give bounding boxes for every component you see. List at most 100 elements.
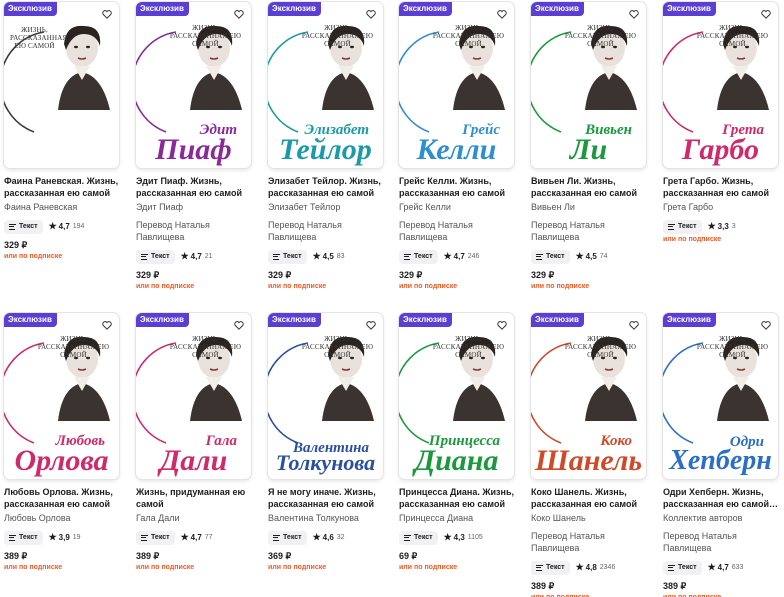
- rating-count: 246: [467, 253, 480, 260]
- heart-icon[interactable]: [758, 317, 774, 333]
- book-translator[interactable]: Перевод Наталья Павлищева: [399, 219, 517, 243]
- book-card[interactable]: Эксклюзив ЖИЗНЬ, РАССКАЗАННАЯ ЕЮ САМОЙ Г…: [663, 2, 781, 245]
- book-title[interactable]: Жизнь, придуманная ею самой: [136, 486, 254, 510]
- book-card[interactable]: Эксклюзив ЖИЗНЬ, РАССКАЗАННАЯ ЕЮ САМОЙ Ф…: [4, 2, 122, 262]
- subscription-link[interactable]: или по подписке: [4, 252, 122, 262]
- subscription-link[interactable]: или по подписке: [399, 563, 517, 573]
- subscription-link[interactable]: или по подписке: [268, 563, 386, 573]
- book-author[interactable]: Элизабет Тейлор: [268, 201, 386, 213]
- book-cover[interactable]: Эксклюзив ЖИЗНЬ, РАССКАЗАННАЯ ЕЮ САМОЙ Г…: [399, 2, 514, 168]
- subscription-link[interactable]: или по подписке: [663, 235, 781, 245]
- exclusive-badge: Эксклюзив: [4, 2, 57, 16]
- format-chip: Текст: [4, 530, 43, 545]
- book-title[interactable]: Коко Шанель. Жизнь, рассказанная ею само…: [531, 486, 649, 510]
- heart-icon[interactable]: [494, 317, 510, 333]
- book-translator[interactable]: Перевод Наталья Павлищева: [663, 530, 781, 554]
- book-author[interactable]: Любовь Орлова: [4, 512, 122, 524]
- book-author[interactable]: Фаина Раневская: [4, 201, 122, 213]
- cover-name: Одри Хепберн: [663, 435, 778, 474]
- book-author[interactable]: Гала Дали: [136, 512, 254, 524]
- heart-icon[interactable]: [494, 6, 510, 22]
- subscription-link[interactable]: или по подписке: [531, 593, 649, 597]
- book-card[interactable]: Эксклюзив ЖИЗНЬ, РАССКАЗАННАЯ ЕЮ САМОЙ В…: [531, 2, 649, 292]
- cover-series-title: ЖИЗНЬ, РАССКАЗАННАЯ ЕЮ САМОЙ: [37, 335, 110, 359]
- book-title[interactable]: Грета Гарбо. Жизнь, рассказанная ею само…: [663, 175, 781, 199]
- book-title[interactable]: Любовь Орлова. Жизнь, рассказанная ею са…: [4, 486, 122, 510]
- rating-count: 3: [731, 223, 736, 230]
- book-author[interactable]: Коллектив авторов: [663, 512, 781, 524]
- subscription-link[interactable]: или по подписке: [136, 282, 254, 292]
- subscription-link[interactable]: или по подписке: [531, 282, 649, 292]
- heart-icon[interactable]: [99, 6, 115, 22]
- book-cover[interactable]: Эксклюзив ЖИЗНЬ, РАССКАЗАННАЯ ЕЮ САМОЙ: [4, 2, 119, 168]
- book-translator[interactable]: Перевод Наталья Павлищева: [136, 219, 254, 243]
- book-author[interactable]: Эдит Пиаф: [136, 201, 254, 213]
- heart-icon[interactable]: [99, 317, 115, 333]
- book-meta: Текст ★ 4,7 77: [136, 530, 254, 545]
- book-meta: Текст ★ 4,7 246: [399, 249, 517, 264]
- book-translator[interactable]: Перевод Наталья Павлищева: [531, 219, 649, 243]
- book-card[interactable]: Эксклюзив ЖИЗНЬ, РАССКАЗАННАЯ ЕЮ САМОЙ В…: [268, 313, 386, 573]
- book-author[interactable]: Грета Гарбо: [663, 201, 781, 213]
- book-cover[interactable]: Эксклюзив ЖИЗНЬ, РАССКАЗАННАЯ ЕЮ САМОЙ Э…: [136, 2, 251, 168]
- book-cover[interactable]: Эксклюзив ЖИЗНЬ, РАССКАЗАННАЯ ЕЮ САМОЙ Г…: [663, 2, 778, 168]
- book-card[interactable]: Эксклюзив ЖИЗНЬ, РАССКАЗАННАЯ ЕЮ САМОЙ О…: [663, 313, 781, 597]
- subscription-link[interactable]: или по подписке: [399, 282, 517, 292]
- book-card[interactable]: Эксклюзив ЖИЗНЬ, РАССКАЗАННАЯ ЕЮ САМОЙ П…: [399, 313, 517, 573]
- subscription-link[interactable]: или по подписке: [663, 593, 781, 597]
- subscription-link[interactable]: или по подписке: [4, 563, 122, 573]
- book-title[interactable]: Я не могу иначе. Жизнь, рассказанная ею …: [268, 486, 386, 510]
- book-card[interactable]: Эксклюзив ЖИЗНЬ, РАССКАЗАННАЯ ЕЮ САМОЙ К…: [531, 313, 649, 597]
- book-translator[interactable]: Перевод Наталья Павлищева: [268, 219, 386, 243]
- book-title[interactable]: Вивьен Ли. Жизнь, рассказанная ею самой: [531, 175, 649, 199]
- book-cover[interactable]: Эксклюзив ЖИЗНЬ, РАССКАЗАННАЯ ЕЮ САМОЙ О…: [663, 313, 778, 479]
- heart-icon[interactable]: [363, 317, 379, 333]
- book-translator[interactable]: Перевод Наталья Павлищева: [531, 530, 649, 554]
- book-price: 329 ₽: [531, 270, 555, 280]
- book-meta: Текст ★ 4,5 83: [268, 249, 386, 264]
- book-author[interactable]: Грейс Келли: [399, 201, 517, 213]
- subscription-link[interactable]: или по подписке: [136, 563, 254, 573]
- heart-icon[interactable]: [758, 6, 774, 22]
- rating-count: 77: [204, 534, 213, 541]
- book-card[interactable]: Эксклюзив ЖИЗНЬ, РАССКАЗАННАЯ ЕЮ САМОЙ Л…: [4, 313, 122, 573]
- heart-icon[interactable]: [231, 317, 247, 333]
- book-card[interactable]: Эксклюзив ЖИЗНЬ, РАССКАЗАННАЯ ЕЮ САМОЙ Г…: [136, 313, 254, 573]
- text-format-icon: [404, 534, 411, 541]
- book-title[interactable]: Элизабет Тейлор. Жизнь, рассказанная ею …: [268, 175, 386, 199]
- book-cover[interactable]: Эксклюзив ЖИЗНЬ, РАССКАЗАННАЯ ЕЮ САМОЙ Л…: [4, 313, 119, 479]
- book-author[interactable]: Валентина Толкунова: [268, 512, 386, 524]
- book-card[interactable]: Эксклюзив ЖИЗНЬ, РАССКАЗАННАЯ ЕЮ САМОЙ Э…: [136, 2, 254, 292]
- rating-value: 4,5: [322, 252, 334, 261]
- book-cover[interactable]: Эксклюзив ЖИЗНЬ, РАССКАЗАННАЯ ЕЮ САМОЙ Э…: [268, 2, 383, 168]
- text-format-icon: [141, 534, 148, 541]
- book-cover[interactable]: Эксклюзив ЖИЗНЬ, РАССКАЗАННАЯ ЕЮ САМОЙ В…: [268, 313, 383, 479]
- book-cover[interactable]: Эксклюзив ЖИЗНЬ, РАССКАЗАННАЯ ЕЮ САМОЙ П…: [399, 313, 514, 479]
- heart-icon[interactable]: [626, 317, 642, 333]
- book-title[interactable]: Принцесса Диана. Жизнь, рассказанная ею …: [399, 486, 517, 510]
- book-card[interactable]: Эксклюзив ЖИЗНЬ, РАССКАЗАННАЯ ЕЮ САМОЙ Г…: [399, 2, 517, 292]
- book-price: 329 ₽: [4, 240, 28, 250]
- book-meta: Текст ★ 4,7 194: [4, 219, 122, 234]
- book-author[interactable]: Принцесса Диана: [399, 512, 517, 524]
- book-cover[interactable]: Эксклюзив ЖИЗНЬ, РАССКАЗАННАЯ ЕЮ САМОЙ К…: [531, 313, 646, 479]
- book-author[interactable]: Коко Шанель: [531, 512, 649, 524]
- book-title[interactable]: Фаина Раневская. Жизнь, рассказанная ею …: [4, 175, 122, 199]
- subscription-link[interactable]: или по подписке: [268, 282, 386, 292]
- heart-icon[interactable]: [363, 6, 379, 22]
- book-title[interactable]: Одри Хепберн. Жизнь, рассказанная ею сам…: [663, 486, 781, 510]
- book-cover[interactable]: Эксклюзив ЖИЗНЬ, РАССКАЗАННАЯ ЕЮ САМОЙ В…: [531, 2, 646, 168]
- book-title[interactable]: Эдит Пиаф. Жизнь, рассказанная ею самой: [136, 175, 254, 199]
- cover-name: Грейс Келли: [399, 122, 514, 163]
- book-author[interactable]: Вивьен Ли: [531, 201, 649, 213]
- star-icon: ★: [48, 532, 57, 542]
- book-card[interactable]: Эксклюзив ЖИЗНЬ, РАССКАЗАННАЯ ЕЮ САМОЙ Э…: [268, 2, 386, 292]
- book-cover[interactable]: Эксклюзив ЖИЗНЬ, РАССКАЗАННАЯ ЕЮ САМОЙ Г…: [136, 313, 251, 479]
- rating-value: 3,3: [717, 222, 729, 231]
- heart-icon[interactable]: [231, 6, 247, 22]
- heart-icon[interactable]: [626, 6, 642, 22]
- rating: ★ 4,3 1105: [444, 532, 483, 543]
- cover-name: Грета Гарбо: [663, 122, 778, 163]
- rating: ★ 3,9 19: [49, 532, 81, 543]
- book-title[interactable]: Грейс Келли. Жизнь, рассказанная ею само…: [399, 175, 517, 199]
